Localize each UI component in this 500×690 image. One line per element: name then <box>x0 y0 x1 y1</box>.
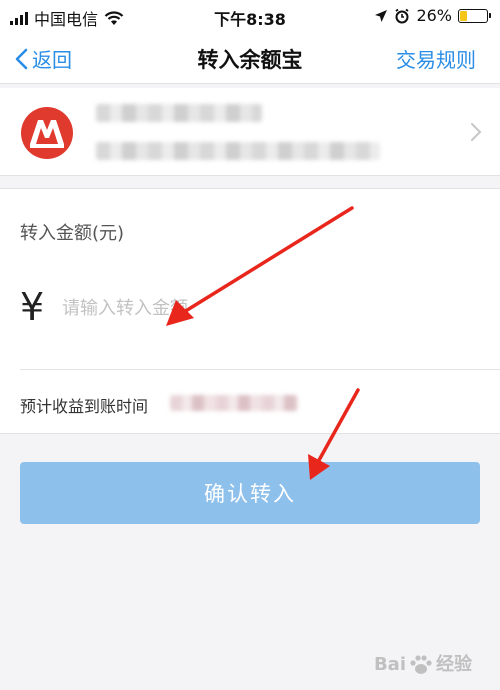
amount-section: 转入金额(元) ¥ 预计收益到账时间 <box>0 188 500 434</box>
battery-icon <box>458 8 491 23</box>
watermark-text-left: Bai <box>373 654 406 675</box>
nav-bar: 返回 转入余额宝 交易规则 <box>0 32 500 84</box>
trade-rules-link[interactable]: 交易规则 <box>396 44 476 73</box>
paw-icon <box>410 655 432 674</box>
bank-logo-icon <box>21 107 73 159</box>
card-name-redacted <box>96 104 262 122</box>
back-label: 返回 <box>32 48 72 72</box>
status-bar: 中国电信 下午8:38 26% <box>0 0 500 32</box>
location-icon <box>375 9 388 22</box>
watermark-text-right: 经验 <box>436 654 472 675</box>
arrival-time-label: 预计收益到账时间 <box>20 397 149 416</box>
card-detail-redacted <box>96 142 380 160</box>
alarm-icon <box>395 8 409 23</box>
currency-symbol: ¥ <box>20 285 45 329</box>
confirm-transfer-button[interactable]: 确认转入 <box>20 462 480 524</box>
watermark: Bai 经验 <box>374 650 472 676</box>
bank-card-row[interactable] <box>0 88 500 176</box>
arrival-time-redacted <box>170 395 298 411</box>
amount-label: 转入金额(元) <box>20 223 125 244</box>
divider <box>20 369 500 370</box>
chevron-left-icon <box>15 48 28 69</box>
back-button[interactable]: 返回 <box>14 44 72 73</box>
battery-percent: 26% <box>416 6 452 25</box>
battery-fill <box>460 10 467 21</box>
amount-input[interactable] <box>62 289 462 327</box>
status-right: 26% <box>374 6 491 25</box>
chevron-right-icon <box>471 123 482 141</box>
